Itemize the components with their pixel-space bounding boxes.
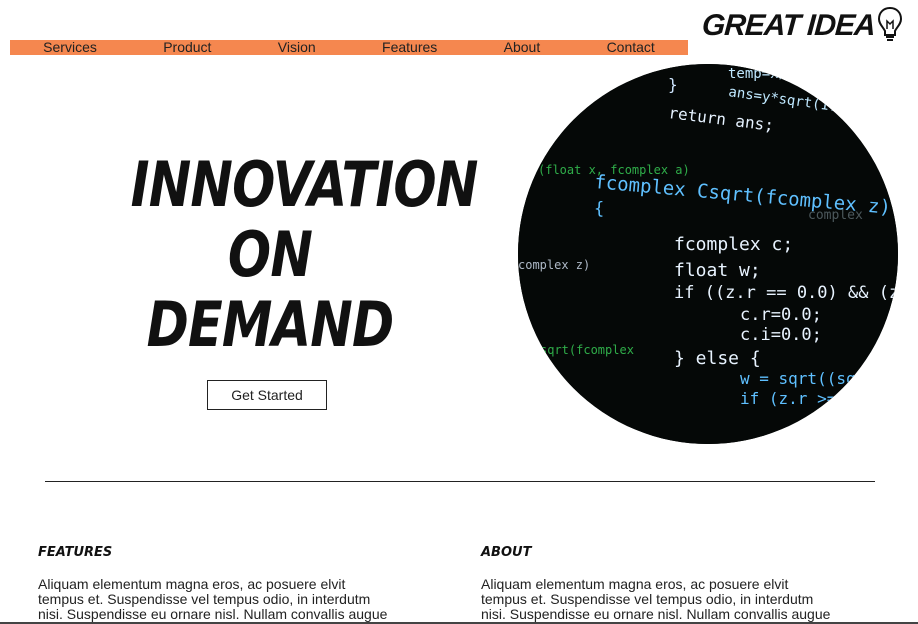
code-line-6: { — [594, 199, 604, 219]
hero-heading-line-3: DEMAND — [146, 288, 395, 361]
code-line-2: } — [668, 75, 678, 94]
about-line-3: nisi. Suspendisse eu ornare nisl. Nullam… — [481, 606, 831, 622]
code-line-14: if (z.r >= 0.0) — [740, 389, 885, 408]
nav-item-services[interactable]: Services — [37, 40, 103, 55]
code-line-17: sqrt(fcomplex — [540, 343, 634, 357]
nav-item-features[interactable]: Features — [376, 40, 443, 55]
hero-heading: INNOVATION ON DEMAND — [130, 148, 479, 361]
code-line-10: c.r=0.0; — [740, 305, 822, 325]
code-line-7: fcomplex c; — [674, 234, 793, 255]
code-line-8: float w; — [674, 260, 761, 281]
nav-item-product[interactable]: Product — [157, 40, 217, 55]
code-line-13: w = sqrt((sqrt(z.r — [740, 369, 898, 388]
code-image-svg: temp=x/y; } ans=y*sqrt(1.0+temp* return … — [518, 64, 898, 444]
code-line-1: temp=x/y; — [728, 66, 804, 82]
nav-item-vision[interactable]: Vision — [272, 40, 322, 55]
about-line-2: tempus et. Suspendisse vel tempus odio, … — [481, 591, 814, 607]
about-line-1: Aliquam elementum magna eros, ac posuere… — [481, 576, 789, 592]
hero-heading-line-1: INNOVATION — [130, 148, 479, 221]
code-line-11: c.i=0.0; — [740, 325, 822, 345]
section-divider — [45, 481, 875, 482]
nav-item-about[interactable]: About — [498, 40, 547, 55]
features-line-3: nisi. Suspendisse eu ornare nisl. Nullam… — [38, 606, 388, 622]
nav-item-contact[interactable]: Contact — [601, 40, 661, 55]
code-line-16: complex z) — [518, 258, 590, 272]
site-logo[interactable]: GREAT IDEA — [700, 6, 903, 46]
code-line-9: if ((z.r == 0.0) && (z.i == 0.0)) { — [674, 283, 898, 303]
features-line-2: tempus et. Suspendisse vel tempus odio, … — [38, 591, 371, 607]
features-line-1: Aliquam elementum magna eros, ac posuere… — [38, 576, 346, 592]
hero-heading-line-2: ON — [227, 218, 313, 291]
features-text: Aliquam elementum magna eros, ac posuere… — [38, 577, 418, 622]
code-line-18: complex — [808, 208, 863, 223]
logo-text: GREAT IDEA — [700, 9, 876, 42]
about-title: ABOUT — [481, 545, 532, 560]
lightbulb-icon — [877, 6, 902, 41]
code-circle-image: temp=x/y; } ans=y*sqrt(1.0+temp* return … — [518, 64, 898, 444]
features-title: FEATURES — [38, 545, 113, 560]
code-line-12: } else { — [674, 348, 761, 369]
main-nav: Services Product Vision Features About C… — [10, 40, 688, 55]
get-started-button[interactable]: Get Started — [207, 380, 327, 410]
about-text: Aliquam elementum magna eros, ac posuere… — [481, 577, 861, 622]
